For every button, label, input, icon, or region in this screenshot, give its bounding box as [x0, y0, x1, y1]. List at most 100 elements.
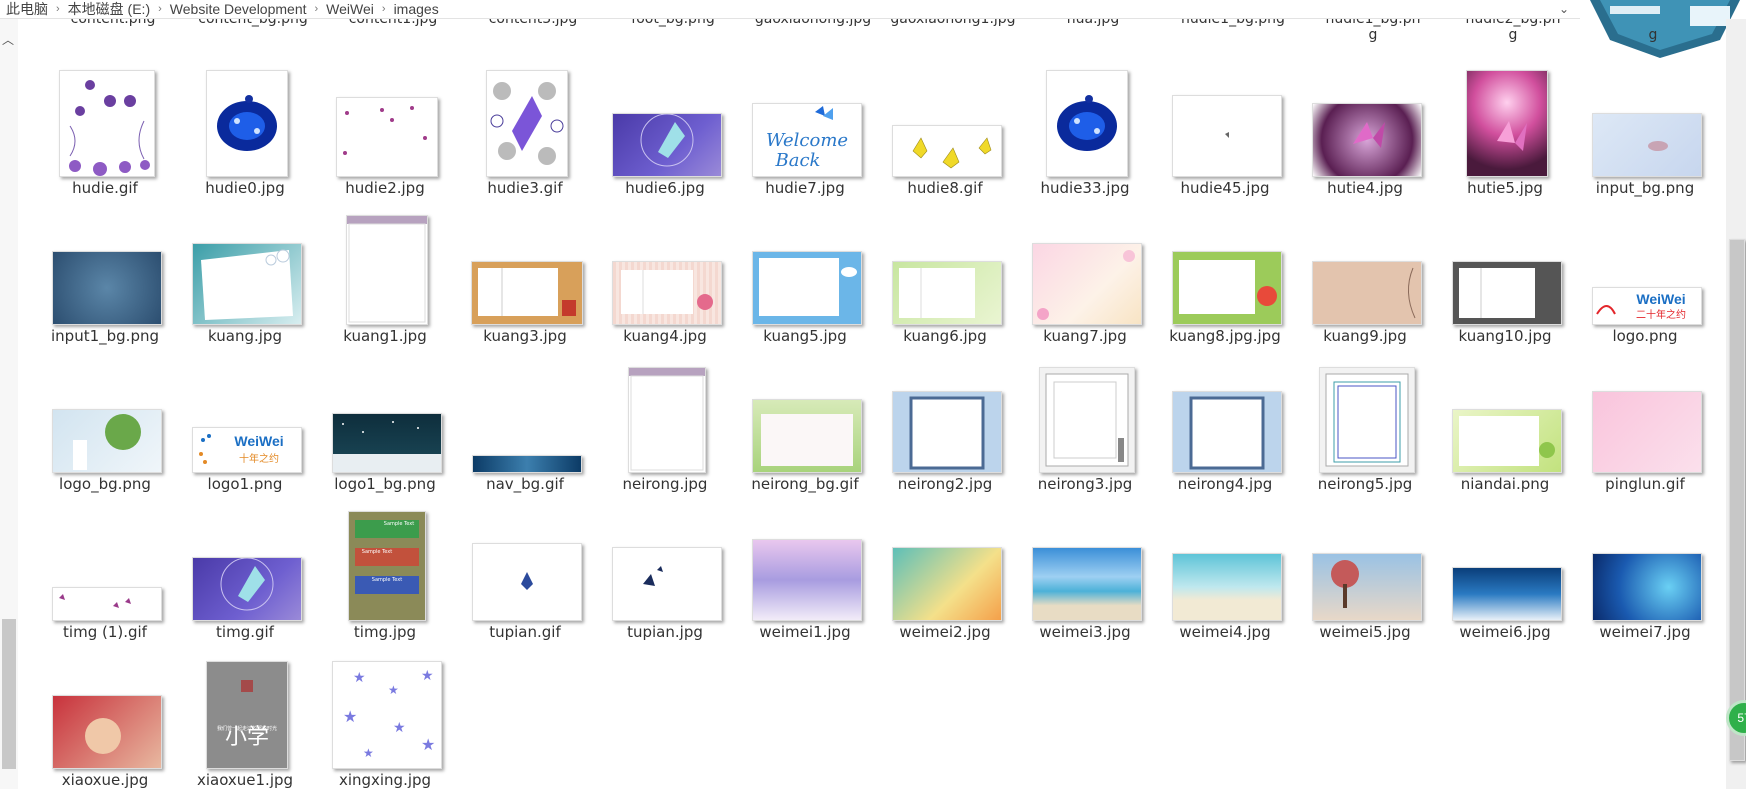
file-item[interactable]: ★ ★ ★ ★ ★ ★ ★ xingxing.jpg — [328, 651, 458, 789]
file-item[interactable]: WeiWei 十年之约 logo1.png — [188, 355, 318, 493]
file-item[interactable]: timg.gif — [188, 503, 318, 641]
file-item[interactable]: weimei6.jpg — [1448, 503, 1578, 641]
address-bar[interactable]: 此电脑 › 本地磁盘 (E:) › Website Development › … — [0, 0, 1580, 19]
breadcrumb-item-drive[interactable]: 本地磁盘 (E:) — [62, 0, 156, 18]
image-thumbnail — [1039, 367, 1135, 473]
address-dropdown-icon[interactable]: ⌄ — [1556, 0, 1572, 18]
file-label[interactable]: gaoxiaohong1.jpg — [888, 19, 1018, 27]
breadcrumb-item-this-pc[interactable]: 此电脑 — [0, 0, 54, 18]
image-thumbnail — [628, 367, 706, 473]
file-label[interactable]: content.png — [48, 19, 178, 27]
image-thumbnail — [1452, 567, 1562, 621]
chevron-up-icon[interactable]: ︿ — [2, 31, 14, 48]
sample-text-3: Sample Text — [372, 577, 402, 583]
file-item[interactable]: kuang4.jpg — [608, 207, 738, 345]
file-item[interactable]: neirong2.jpg — [888, 355, 1018, 493]
file-item[interactable]: hudie2.jpg — [328, 59, 458, 197]
file-item[interactable]: nav_bg.gif — [468, 355, 598, 493]
file-explorer-window: 此电脑 › 本地磁盘 (E:) › Website Development › … — [0, 0, 1746, 789]
file-label[interactable]: gaoxiaohong.jpg — [748, 19, 878, 27]
file-item[interactable]: weimei3.jpg — [1028, 503, 1158, 641]
file-item[interactable]: kuang5.jpg — [748, 207, 878, 345]
file-label[interactable]: g — [1588, 19, 1708, 43]
file-item[interactable]: hutie4.jpg — [1308, 59, 1438, 197]
navigation-pane-scrollbar[interactable]: ︿ — [0, 19, 18, 789]
file-item[interactable]: weimei5.jpg — [1308, 503, 1438, 641]
file-item[interactable]: kuang.jpg — [188, 207, 318, 345]
image-thumbnail — [346, 215, 428, 325]
file-label[interactable]: hudie1_bg.png — [1168, 19, 1298, 27]
file-item[interactable]: logo1_bg.png — [328, 355, 458, 493]
file-item[interactable]: kuang1.jpg — [328, 207, 458, 345]
breadcrumb-item-weiwei[interactable]: WeiWei — [320, 0, 380, 18]
file-label[interactable]: content_bg.png — [188, 19, 318, 27]
file-item[interactable]: hudie.gif — [48, 59, 178, 197]
file-item[interactable]: hudie33.jpg — [1028, 59, 1158, 197]
file-label[interactable]: hua.jpg — [1028, 19, 1158, 27]
file-item[interactable]: hudie8.gif — [888, 59, 1018, 197]
file-item[interactable]: pinglun.gif — [1588, 355, 1718, 493]
file-name: hudie6.jpg — [625, 179, 705, 197]
file-name: neirong.jpg — [622, 475, 708, 493]
scrollbar-thumb[interactable] — [1729, 239, 1745, 761]
file-label[interactable]: hudie2_bg.pn g — [1448, 19, 1578, 43]
file-item[interactable]: neirong.jpg — [608, 355, 738, 493]
file-item[interactable]: hudie3.gif — [468, 59, 598, 197]
scrollbar-thumb[interactable] — [2, 619, 16, 769]
file-item[interactable]: xiaoxue.jpg — [48, 651, 178, 789]
file-label[interactable]: hudie1_bg.pn g — [1308, 19, 1438, 43]
image-thumbnail — [1319, 367, 1415, 473]
file-item[interactable]: kuang8.jpg.jpg — [1168, 207, 1298, 345]
file-item[interactable]: kuang7.jpg — [1028, 207, 1158, 345]
breadcrumb-item-images[interactable]: images — [388, 0, 445, 18]
file-item[interactable]: kuang6.jpg — [888, 207, 1018, 345]
image-thumbnail — [1172, 251, 1282, 325]
file-item[interactable]: WeiWei 二十年之约 logo.png — [1588, 207, 1718, 345]
image-thumbnail — [1312, 261, 1422, 325]
file-item[interactable]: timg (1).gif — [48, 503, 178, 641]
file-item[interactable]: hudie45.jpg — [1168, 59, 1298, 197]
file-item[interactable]: Welcome Back hudie7.jpg — [748, 59, 878, 197]
file-item[interactable]: 小学 我们曾一起走过的那些时光 xiaoxue1.jpg — [188, 651, 318, 789]
image-thumbnail — [1172, 553, 1282, 621]
file-item[interactable]: niandai.png — [1448, 355, 1578, 493]
file-item[interactable]: logo_bg.png — [48, 355, 178, 493]
logo-tag-text: 二十年之约 — [1636, 308, 1686, 321]
file-label[interactable]: foot_bg.png — [608, 19, 738, 27]
image-thumbnail — [752, 251, 862, 325]
file-item[interactable]: hudie0.jpg — [188, 59, 318, 197]
file-name: input_bg.png — [1595, 179, 1695, 197]
image-thumbnail — [612, 261, 722, 325]
file-item[interactable]: tupian.jpg — [608, 503, 738, 641]
file-item[interactable]: hutie5.jpg — [1448, 59, 1578, 197]
file-item[interactable]: Sample Text Sample Text Sample Text timg.j… — [328, 503, 458, 641]
file-item[interactable]: weimei4.jpg — [1168, 503, 1298, 641]
file-item[interactable]: tupian.gif — [468, 503, 598, 641]
image-thumbnail — [471, 261, 583, 325]
content-scrollbar[interactable] — [1726, 19, 1746, 789]
file-item[interactable]: kuang9.jpg — [1308, 207, 1438, 345]
file-item[interactable]: hudie6.jpg — [608, 59, 738, 197]
file-item[interactable]: input_bg.png — [1588, 59, 1718, 197]
sample-text-2: Sample Text — [362, 549, 392, 555]
file-item[interactable]: neirong3.jpg — [1028, 355, 1158, 493]
file-item[interactable]: weimei1.jpg — [748, 503, 878, 641]
logo1-brand-text: WeiWei — [234, 433, 283, 449]
file-item[interactable]: neirong5.jpg — [1308, 355, 1438, 493]
file-item[interactable]: input1_bg.png — [48, 207, 178, 345]
file-label[interactable]: content3.jpg — [468, 19, 598, 27]
file-name: kuang.jpg — [208, 327, 282, 345]
image-thumbnail — [1452, 409, 1562, 473]
file-item[interactable]: weimei2.jpg — [888, 503, 1018, 641]
image-thumbnail — [1592, 553, 1702, 621]
image-thumbnail — [1172, 95, 1282, 177]
file-item[interactable]: weimei7.jpg — [1588, 503, 1718, 641]
breadcrumb-item-website-development[interactable]: Website Development — [164, 0, 313, 18]
image-thumbnail: WeiWei 十年之约 — [192, 427, 302, 473]
file-item[interactable]: neirong_bg.gif — [748, 355, 878, 493]
file-item[interactable]: kuang10.jpg — [1448, 207, 1578, 345]
svg-text:★: ★ — [353, 670, 366, 686]
file-item[interactable]: kuang3.jpg — [468, 207, 598, 345]
file-label[interactable]: content1.jpg — [328, 19, 458, 27]
file-item[interactable]: neirong4.jpg — [1168, 355, 1298, 493]
